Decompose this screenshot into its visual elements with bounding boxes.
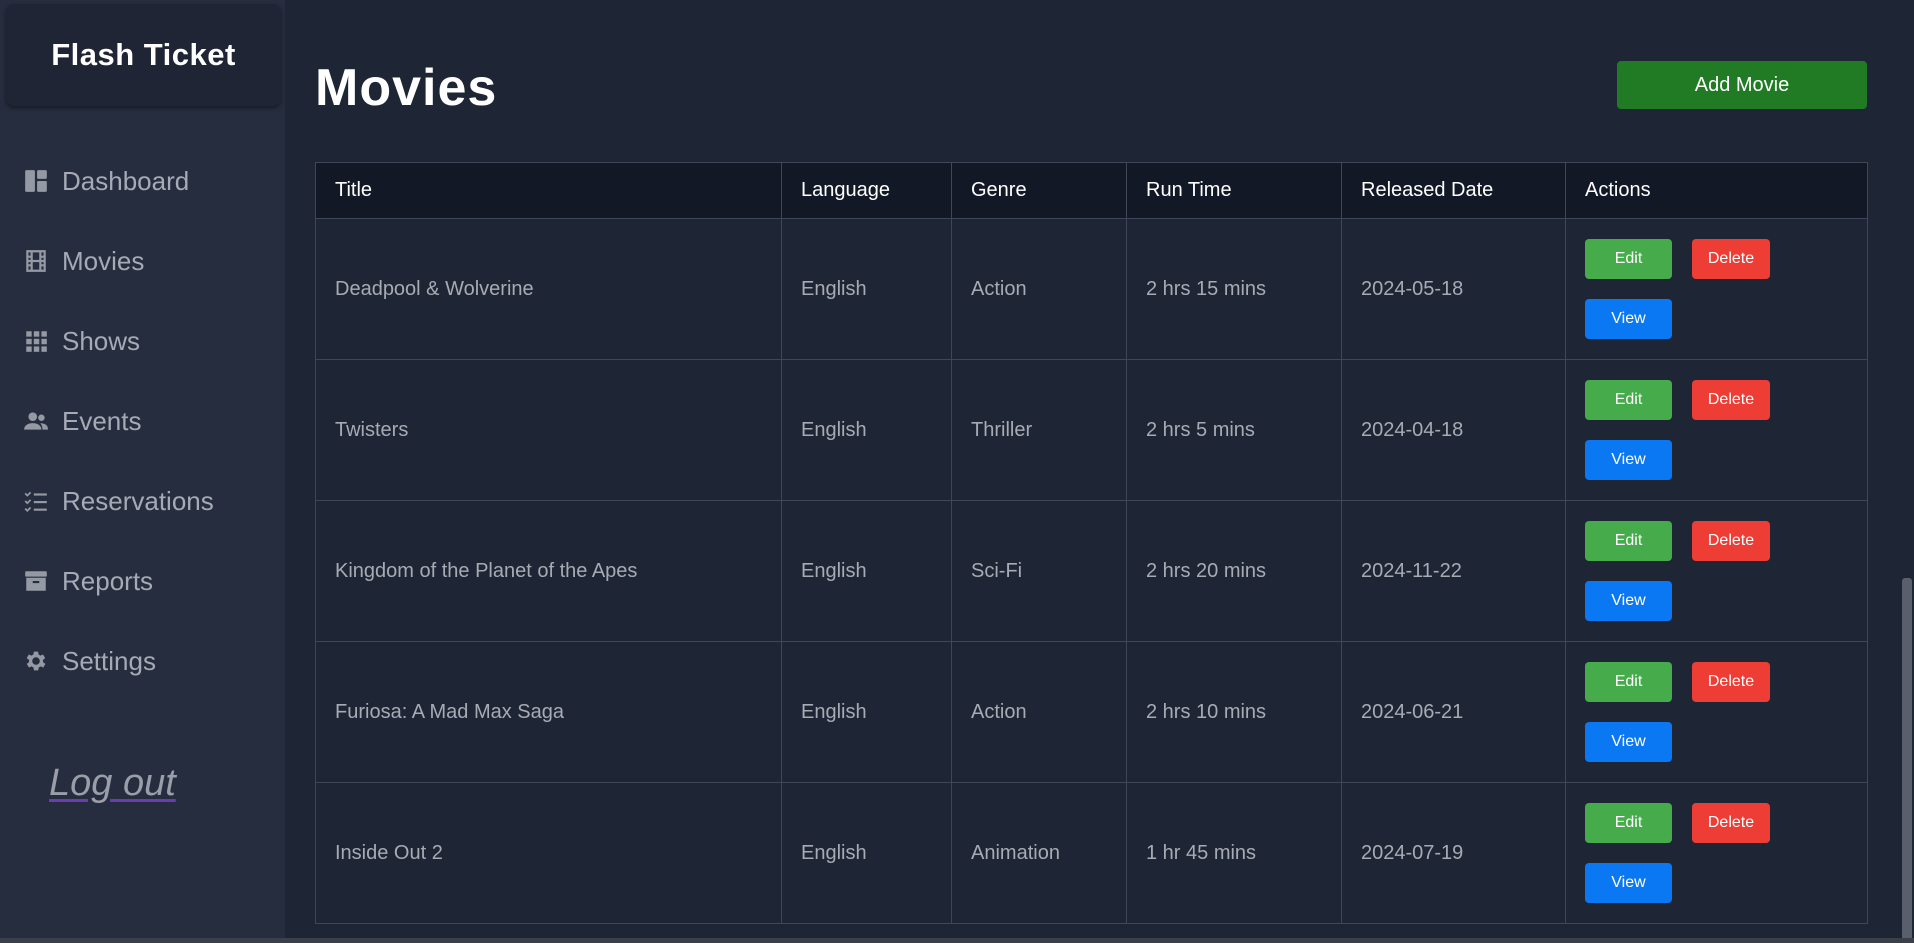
dashboard-icon <box>22 167 50 195</box>
edit-button[interactable]: Edit <box>1585 662 1672 702</box>
add-movie-button[interactable]: Add Movie <box>1617 61 1867 109</box>
cell-actions: Edit Delete View <box>1565 500 1868 642</box>
people-icon <box>22 407 50 435</box>
sidebar-item-label: Movies <box>62 245 145 276</box>
row-actions: Edit Delete View <box>1585 521 1785 621</box>
sidebar-item-label: Reports <box>62 565 154 596</box>
table-header-row: Title Language Genre Run Time Released D… <box>315 162 1868 219</box>
delete-button[interactable]: Delete <box>1692 803 1770 843</box>
cell-title: Deadpool & Wolverine <box>315 218 782 360</box>
cell-runtime: 2 hrs 5 mins <box>1126 359 1342 501</box>
cell-title: Twisters <box>315 359 782 501</box>
sidebar-item-dashboard[interactable]: Dashboard <box>0 141 285 221</box>
logout-link[interactable]: Log out <box>49 762 176 805</box>
sidebar-item-label: Events <box>62 405 142 436</box>
cell-title: Kingdom of the Planet of the Apes <box>315 500 782 642</box>
view-button[interactable]: View <box>1585 722 1672 762</box>
sidebar-item-label: Settings <box>62 645 156 676</box>
movies-table: Title Language Genre Run Time Released D… <box>315 162 1868 924</box>
view-button[interactable]: View <box>1585 440 1672 480</box>
column-header-actions: Actions <box>1565 162 1868 219</box>
gear-icon <box>22 647 50 675</box>
edit-button[interactable]: Edit <box>1585 239 1672 279</box>
edit-button[interactable]: Edit <box>1585 803 1672 843</box>
cell-runtime: 2 hrs 20 mins <box>1126 500 1342 642</box>
cell-actions: Edit Delete View <box>1565 782 1868 924</box>
cell-actions: Edit Delete View <box>1565 218 1868 360</box>
cell-language: English <box>781 359 952 501</box>
cell-released: 2024-07-19 <box>1341 782 1566 924</box>
edit-button[interactable]: Edit <box>1585 380 1672 420</box>
cell-language: English <box>781 218 952 360</box>
column-header-title: Title <box>315 162 782 219</box>
view-button[interactable]: View <box>1585 863 1672 903</box>
cell-genre: Action <box>951 218 1127 360</box>
delete-button[interactable]: Delete <box>1692 239 1770 279</box>
cell-language: English <box>781 782 952 924</box>
sidebar-item-label: Shows <box>62 325 141 356</box>
column-header-genre: Genre <box>951 162 1127 219</box>
table-row: Deadpool & Wolverine English Action 2 hr… <box>315 218 1868 360</box>
sidebar-item-label: Reservations <box>62 485 214 516</box>
bottom-edge-bar <box>0 938 1914 943</box>
checklist-icon <box>22 487 50 515</box>
sidebar: Flash Ticket Dashboard Movies Shows Even… <box>0 0 285 943</box>
row-actions: Edit Delete View <box>1585 662 1785 762</box>
sidebar-item-reservations[interactable]: Reservations <box>0 461 285 541</box>
cell-title: Furiosa: A Mad Max Saga <box>315 641 782 783</box>
cell-released: 2024-04-18 <box>1341 359 1566 501</box>
sidebar-nav: Dashboard Movies Shows Events Reservatio… <box>0 141 285 701</box>
cell-released: 2024-11-22 <box>1341 500 1566 642</box>
sidebar-item-events[interactable]: Events <box>0 381 285 461</box>
sidebar-item-label: Dashboard <box>62 165 190 196</box>
scrollbar-thumb[interactable] <box>1902 578 1912 940</box>
view-button[interactable]: View <box>1585 299 1672 339</box>
sidebar-item-settings[interactable]: Settings <box>0 621 285 701</box>
cell-title: Inside Out 2 <box>315 782 782 924</box>
delete-button[interactable]: Delete <box>1692 521 1770 561</box>
row-actions: Edit Delete View <box>1585 239 1785 339</box>
cell-runtime: 1 hr 45 mins <box>1126 782 1342 924</box>
column-header-released: Released Date <box>1341 162 1566 219</box>
sidebar-item-reports[interactable]: Reports <box>0 541 285 621</box>
cell-genre: Action <box>951 641 1127 783</box>
cell-genre: Sci-Fi <box>951 500 1127 642</box>
column-header-language: Language <box>781 162 952 219</box>
row-actions: Edit Delete View <box>1585 803 1785 903</box>
cell-actions: Edit Delete View <box>1565 359 1868 501</box>
film-icon <box>22 247 50 275</box>
table-row: Kingdom of the Planet of the Apes Englis… <box>315 500 1868 642</box>
column-header-runtime: Run Time <box>1126 162 1342 219</box>
cell-language: English <box>781 641 952 783</box>
cell-runtime: 2 hrs 10 mins <box>1126 641 1342 783</box>
table-row: Inside Out 2 English Animation 1 hr 45 m… <box>315 782 1868 924</box>
vertical-scrollbar[interactable] <box>1897 0 1914 943</box>
delete-button[interactable]: Delete <box>1692 662 1770 702</box>
grid-icon <box>22 327 50 355</box>
cell-genre: Animation <box>951 782 1127 924</box>
cell-runtime: 2 hrs 15 mins <box>1126 218 1342 360</box>
cell-actions: Edit Delete View <box>1565 641 1868 783</box>
cell-released: 2024-06-21 <box>1341 641 1566 783</box>
row-actions: Edit Delete View <box>1585 380 1785 480</box>
brand-logo[interactable]: Flash Ticket <box>6 4 281 106</box>
sidebar-item-movies[interactable]: Movies <box>0 221 285 301</box>
view-button[interactable]: View <box>1585 581 1672 621</box>
cell-language: English <box>781 500 952 642</box>
table-row: Furiosa: A Mad Max Saga English Action 2… <box>315 641 1868 783</box>
app: Flash Ticket Dashboard Movies Shows Even… <box>0 0 1914 943</box>
cell-genre: Thriller <box>951 359 1127 501</box>
edit-button[interactable]: Edit <box>1585 521 1672 561</box>
page-title: Movies <box>315 59 498 117</box>
archive-icon <box>22 567 50 595</box>
table-row: Twisters English Thriller 2 hrs 5 mins 2… <box>315 359 1868 501</box>
cell-released: 2024-05-18 <box>1341 218 1566 360</box>
sidebar-item-shows[interactable]: Shows <box>0 301 285 381</box>
delete-button[interactable]: Delete <box>1692 380 1770 420</box>
